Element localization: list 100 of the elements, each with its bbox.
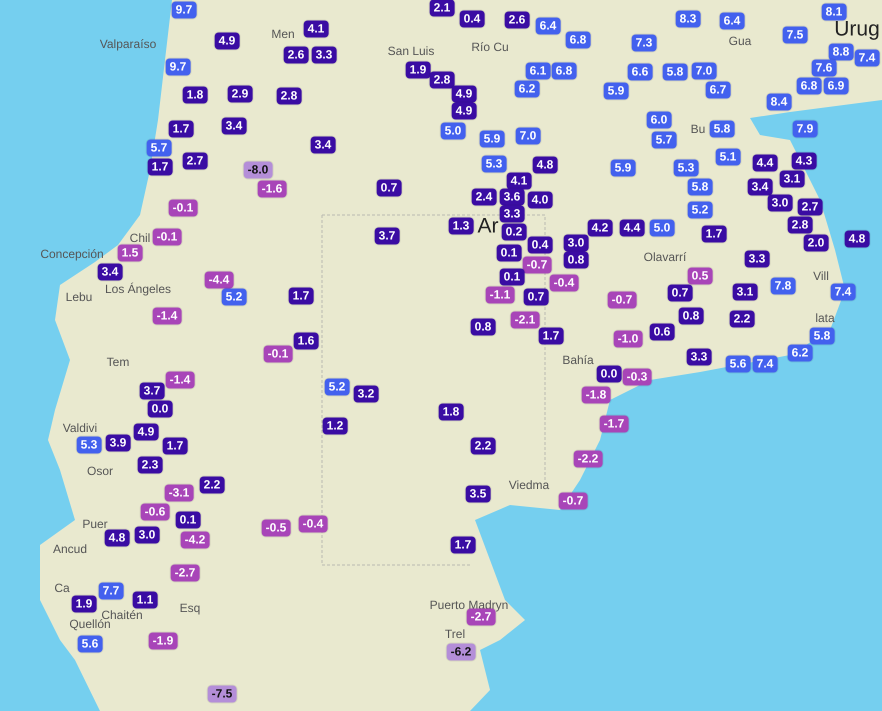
temperature-marker[interactable]: 5.7 (146, 140, 172, 156)
temperature-marker[interactable]: 9.7 (172, 2, 196, 18)
temperature-marker[interactable]: 3.5 (466, 486, 490, 502)
temperature-marker[interactable]: 0.0 (596, 366, 622, 382)
temperature-marker[interactable]: 0.2 (502, 224, 526, 240)
temperature-marker[interactable]: 6.9 (824, 78, 848, 94)
temperature-marker[interactable]: -2.1 (510, 312, 540, 328)
temperature-marker[interactable]: 8.3 (676, 10, 700, 28)
temperature-marker[interactable]: 2.8 (788, 216, 812, 234)
temperature-marker[interactable]: 0.0 (148, 400, 172, 418)
temperature-marker[interactable]: 5.3 (674, 160, 698, 176)
temperature-marker[interactable]: 2.6 (504, 12, 530, 28)
temperature-marker[interactable]: 4.2 (588, 220, 612, 236)
temperature-marker[interactable]: 1.7 (288, 288, 314, 304)
temperature-marker[interactable]: 5.0 (650, 220, 674, 236)
temperature-marker[interactable]: 7.8 (770, 278, 796, 294)
temperature-marker[interactable]: 1.7 (168, 120, 194, 138)
temperature-marker[interactable]: 3.9 (106, 434, 130, 452)
temperature-marker[interactable]: 0.1 (496, 244, 522, 262)
temperature-marker[interactable]: 4.9 (452, 86, 476, 102)
temperature-marker[interactable]: 3.4 (310, 136, 336, 154)
temperature-marker[interactable]: 3.4 (98, 264, 122, 280)
temperature-marker[interactable]: 5.9 (604, 82, 628, 100)
temperature-marker[interactable]: -1.8 (582, 386, 610, 404)
temperature-marker[interactable]: 5.9 (480, 130, 504, 148)
temperature-marker[interactable]: 2.8 (276, 88, 302, 104)
temperature-marker[interactable]: 2.3 (138, 456, 162, 474)
temperature-marker[interactable]: 7.6 (812, 60, 836, 76)
temperature-marker[interactable]: 6.8 (566, 32, 590, 48)
temperature-marker[interactable]: -0.3 (622, 368, 652, 386)
temperature-marker[interactable]: 1.2 (322, 418, 348, 434)
temperature-marker[interactable]: -0.7 (558, 492, 588, 510)
temperature-marker[interactable]: 0.8 (678, 308, 704, 324)
temperature-marker[interactable]: 1.7 (538, 328, 564, 344)
temperature-marker[interactable]: 3.2 (354, 386, 378, 402)
temperature-marker[interactable]: -0.4 (550, 274, 578, 292)
temperature-marker[interactable]: -4.4 (204, 272, 234, 288)
temperature-marker[interactable]: 5.3 (482, 156, 506, 172)
temperature-marker[interactable]: 3.1 (732, 284, 758, 300)
temperature-marker[interactable]: 0.1 (176, 512, 200, 528)
temperature-marker[interactable]: 4.1 (304, 20, 328, 38)
temperature-marker[interactable]: 2.2 (470, 438, 496, 454)
temperature-marker[interactable]: 1.7 (450, 536, 476, 554)
temperature-marker[interactable]: -1.0 (614, 330, 642, 348)
temperature-marker[interactable]: 5.9 (610, 160, 636, 176)
temperature-marker[interactable]: 1.8 (438, 404, 464, 420)
temperature-marker[interactable]: 5.7 (652, 132, 676, 148)
temperature-marker[interactable]: 4.9 (452, 102, 476, 120)
temperature-marker[interactable]: 0.7 (376, 180, 402, 196)
temperature-marker[interactable]: 3.7 (140, 382, 164, 400)
temperature-marker[interactable]: 0.4 (528, 236, 552, 254)
temperature-marker[interactable]: 2.4 (472, 188, 496, 206)
temperature-marker[interactable]: 9.7 (166, 58, 190, 76)
temperature-marker[interactable]: 4.9 (134, 424, 158, 440)
temperature-marker[interactable]: 4.0 (528, 192, 552, 208)
temperature-marker[interactable]: 3.4 (748, 178, 772, 196)
temperature-marker[interactable]: 8.4 (766, 94, 792, 110)
temperature-marker[interactable]: 3.0 (564, 234, 588, 252)
temperature-marker[interactable]: 6.8 (552, 62, 576, 80)
temperature-marker[interactable]: -0.4 (298, 516, 328, 532)
temperature-marker[interactable]: 6.6 (628, 64, 652, 80)
temperature-marker[interactable]: -7.5 (208, 686, 236, 702)
temperature-marker[interactable]: 3.3 (686, 348, 712, 366)
temperature-marker[interactable]: -2.7 (170, 564, 200, 582)
temperature-marker[interactable]: 7.3 (632, 34, 656, 52)
temperature-marker[interactable]: 6.2 (514, 80, 540, 98)
temperature-marker[interactable]: 3.3 (744, 250, 770, 268)
temperature-marker[interactable]: -2.7 (466, 608, 496, 626)
temperature-marker[interactable]: 1.6 (294, 332, 318, 350)
temperature-marker[interactable]: 4.9 (214, 32, 240, 50)
temperature-marker[interactable]: 1.9 (72, 596, 96, 612)
temperature-marker[interactable]: 2.2 (730, 310, 754, 328)
temperature-marker[interactable]: -0.1 (152, 228, 182, 246)
temperature-marker[interactable]: 6.8 (796, 78, 822, 94)
temperature-marker[interactable]: -1.1 (486, 286, 514, 304)
temperature-marker[interactable]: -2.2 (574, 450, 602, 468)
temperature-marker[interactable]: -0.7 (608, 292, 636, 308)
temperature-marker[interactable]: 5.8 (662, 64, 688, 80)
temperature-marker[interactable]: 6.4 (720, 12, 744, 30)
temperature-marker[interactable]: 2.7 (182, 152, 208, 170)
temperature-marker[interactable]: -1.4 (166, 372, 194, 388)
temperature-marker[interactable]: 1.1 (132, 592, 158, 608)
temperature-marker[interactable]: 4.3 (792, 152, 816, 170)
temperature-marker[interactable]: 4.4 (752, 154, 778, 172)
temperature-marker[interactable]: 7.4 (854, 50, 880, 66)
temperature-marker[interactable]: 5.0 (440, 122, 466, 140)
temperature-marker[interactable]: 3.3 (500, 206, 524, 222)
temperature-marker[interactable]: 3.6 (500, 188, 524, 206)
temperature-marker[interactable]: -8.0 (244, 162, 272, 178)
temperature-marker[interactable]: 2.6 (284, 46, 308, 64)
temperature-marker[interactable]: 4.8 (532, 156, 558, 174)
temperature-marker[interactable]: 3.4 (222, 118, 246, 134)
temperature-marker[interactable]: 7.7 (98, 582, 124, 600)
temperature-marker[interactable]: 1.7 (702, 226, 726, 242)
temperature-marker[interactable]: 5.1 (716, 148, 740, 166)
temperature-marker[interactable]: 2.0 (804, 234, 828, 252)
temperature-marker[interactable]: -0.6 (140, 504, 170, 520)
temperature-marker[interactable]: 5.8 (688, 178, 712, 196)
temperature-marker[interactable]: 3.0 (768, 194, 792, 212)
temperature-marker[interactable]: 2.9 (228, 86, 252, 102)
